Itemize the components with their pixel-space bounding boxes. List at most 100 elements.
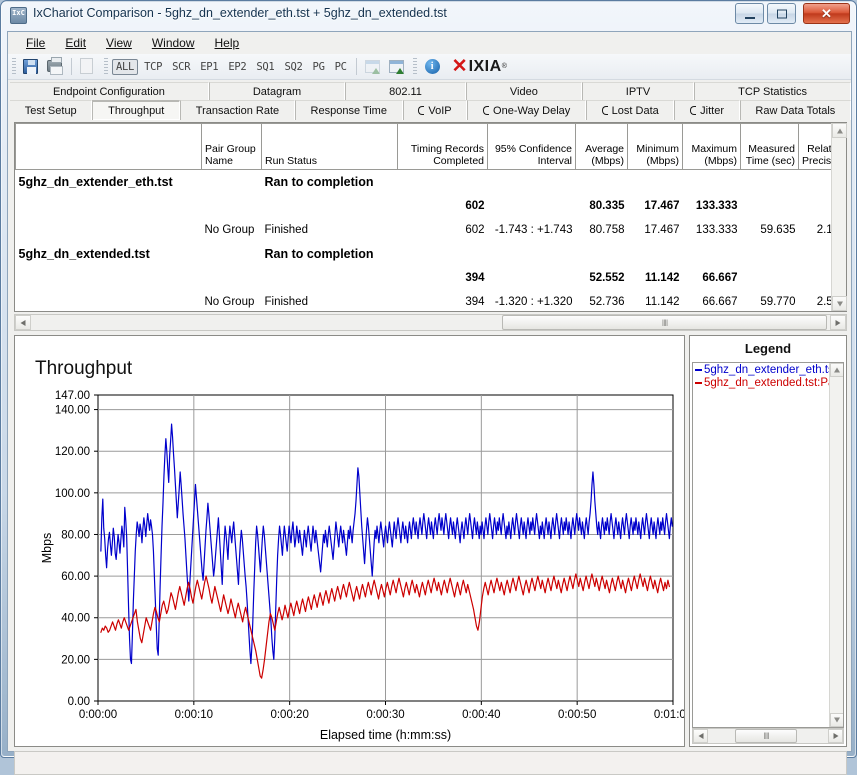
- col-header-measured-time[interactable]: Measured Time (sec): [740, 123, 799, 170]
- tab-one-way-delay[interactable]: One-Way Delay: [467, 100, 586, 120]
- maximize-button[interactable]: [767, 3, 796, 24]
- print-icon: [47, 57, 63, 75]
- table-cell: [683, 242, 741, 266]
- close-button[interactable]: ✕: [803, 3, 850, 24]
- tab-throughput[interactable]: Throughput: [92, 100, 181, 120]
- legend-list[interactable]: 5ghz_dn_extender_eth.tst:Pai 5ghz_dn_ext…: [692, 362, 844, 728]
- table-cell: [488, 170, 576, 194]
- col-header-maximum[interactable]: Maximum (Mbps): [682, 123, 741, 170]
- toolbar-grip[interactable]: [12, 57, 16, 76]
- tab-80211[interactable]: 802.11: [345, 82, 466, 100]
- scroll-thumb[interactable]: ‖‖: [502, 315, 827, 330]
- ixia-x-icon: ✕: [451, 56, 468, 77]
- toolbar-grip-3[interactable]: [412, 57, 417, 76]
- title-bar[interactable]: IxC IxChariot Comparison - 5ghz_dn_exten…: [1, 1, 856, 30]
- y-axis-tick-label: 60.00: [61, 571, 90, 583]
- col-header-timing-records[interactable]: Timing Records Completed: [397, 123, 488, 170]
- legend-horizontal-scrollbar[interactable]: ‖‖: [692, 728, 844, 744]
- legend-item[interactable]: 5ghz_dn_extender_eth.tst:Pai: [693, 363, 843, 376]
- scroll-left-button[interactable]: [15, 315, 31, 330]
- tab-transaction-rate[interactable]: Transaction Rate: [180, 100, 295, 120]
- filter-sq1[interactable]: SQ1: [252, 59, 278, 75]
- col-header-average[interactable]: Average (Mbps): [575, 123, 628, 170]
- table-row[interactable]: 5ghz_dn_extended.tst Ran to completion: [16, 242, 832, 266]
- toolbar-separator-1: [71, 58, 72, 75]
- col-header-confidence[interactable]: 95% Confidence Interval: [487, 123, 576, 170]
- tab-video[interactable]: Video: [465, 82, 582, 100]
- filter-sq2[interactable]: SQ2: [280, 59, 306, 75]
- print-button[interactable]: [44, 56, 66, 77]
- legend-vertical-scrollbar[interactable]: [829, 363, 843, 727]
- export-window-button[interactable]: [386, 56, 408, 77]
- table-cell: 394: [465, 271, 485, 284]
- app-icon: IxC: [10, 7, 27, 24]
- throughput-plot[interactable]: 0.00 20.00 40.00 60.00 80.00 100.00 120.00 140.…: [15, 336, 685, 747]
- legend-scroll-down-button[interactable]: [830, 713, 843, 727]
- save-button[interactable]: [20, 56, 42, 77]
- tab-raw-data-totals[interactable]: Raw Data Totals: [739, 100, 852, 120]
- menu-edit[interactable]: Edit: [55, 34, 96, 52]
- filter-pc[interactable]: PC: [331, 59, 351, 75]
- y-axis-tick-label: 0.00: [68, 696, 90, 708]
- y-axis-tick-label: 80.00: [61, 529, 90, 541]
- window-export-icon: [388, 60, 404, 74]
- col-header-pair-group[interactable]: Pair Group Name: [201, 123, 262, 170]
- table-cell: [16, 194, 202, 218]
- tile-window-button[interactable]: [362, 56, 384, 77]
- tab-jitter[interactable]: Jitter: [674, 100, 740, 120]
- tab-voip[interactable]: VoIP: [402, 100, 468, 120]
- menu-file[interactable]: File: [16, 34, 55, 52]
- tab-tcp-statistics[interactable]: TCP Statistics: [694, 82, 852, 100]
- legend-item[interactable]: 5ghz_dn_extended.tst:Pair 1 -: [693, 376, 843, 389]
- table-row[interactable]: 394 52.552 11.142 66.667: [16, 266, 832, 290]
- tab-datagram[interactable]: Datagram: [208, 82, 346, 100]
- menu-help[interactable]: Help: [205, 34, 250, 52]
- legend-scroll-left-button[interactable]: [693, 729, 708, 743]
- filter-tcp[interactable]: TCP: [140, 59, 166, 75]
- tab-tcp-statistics-label: TCP Statistics: [738, 85, 808, 98]
- tab-endpoint-configuration[interactable]: Endpoint Configuration: [10, 82, 209, 100]
- table-cell: 602: [465, 199, 485, 212]
- col-header-minimum[interactable]: Minimum (Mbps): [627, 123, 683, 170]
- tab-raw-data-totals-label: Raw Data Totals: [755, 104, 836, 117]
- tab-one-way-delay-label: One-Way Delay: [493, 104, 571, 117]
- table-row[interactable]: 602 80.335 17.467 133.333: [16, 194, 832, 218]
- results-table-viewport: Pair Group Name Run Status Timing Record…: [15, 123, 831, 311]
- legend-scroll-right-button[interactable]: [828, 729, 843, 743]
- filter-scr[interactable]: SCR: [168, 59, 194, 75]
- col-header-run-status[interactable]: Run Status: [261, 123, 398, 170]
- menu-view[interactable]: View: [96, 34, 142, 52]
- legend-panel: Legend 5ghz_dn_extender_eth.tst:Pai 5ghz…: [689, 335, 847, 747]
- tab-iptv[interactable]: IPTV: [581, 82, 695, 100]
- copy-button[interactable]: [77, 56, 99, 77]
- table-cell: 59.635: [760, 223, 796, 236]
- table-row[interactable]: No Group Finished 602 -1.743 : +1.743 80.758…: [16, 218, 832, 242]
- menu-window[interactable]: Window: [142, 34, 205, 52]
- table-vertical-scrollbar[interactable]: [831, 123, 847, 311]
- table-row[interactable]: 5ghz_dn_extender_eth.tst Ran to completio…: [16, 170, 832, 194]
- tab-datagram-label: Datagram: [252, 85, 302, 98]
- info-button[interactable]: i: [421, 56, 443, 77]
- col-header-name[interactable]: [15, 123, 202, 170]
- tab-response-time[interactable]: Response Time: [294, 100, 403, 120]
- table-horizontal-scrollbar[interactable]: ‖‖: [14, 314, 847, 331]
- tab-lost-data[interactable]: Lost Data: [585, 100, 675, 120]
- scroll-right-button[interactable]: [830, 315, 846, 330]
- minimize-button[interactable]: [735, 3, 764, 24]
- legend-scroll-up-button[interactable]: [830, 363, 843, 377]
- filter-ep2[interactable]: EP2: [224, 59, 250, 75]
- toolbar-grip-2[interactable]: [104, 57, 108, 76]
- tab-throughput-label: Throughput: [108, 105, 165, 117]
- scroll-down-button[interactable]: [832, 296, 847, 311]
- menu-help-label: Help: [214, 36, 240, 50]
- filter-all[interactable]: ALL: [112, 58, 139, 75]
- filter-ep1[interactable]: EP1: [196, 59, 222, 75]
- col-header-relative-precision[interactable]: Relative Precision: [798, 123, 831, 170]
- scroll-up-button[interactable]: [832, 123, 847, 138]
- legend-scroll-thumb[interactable]: ‖‖: [735, 729, 797, 743]
- table-cell: [16, 218, 202, 242]
- table-row[interactable]: No Group Finished 394 -1.320 : +1.320 52.736…: [16, 290, 832, 312]
- tab-test-setup[interactable]: Test Setup: [10, 100, 93, 120]
- y-axis-tick-label: 120.00: [55, 446, 90, 458]
- filter-pg[interactable]: PG: [309, 59, 329, 75]
